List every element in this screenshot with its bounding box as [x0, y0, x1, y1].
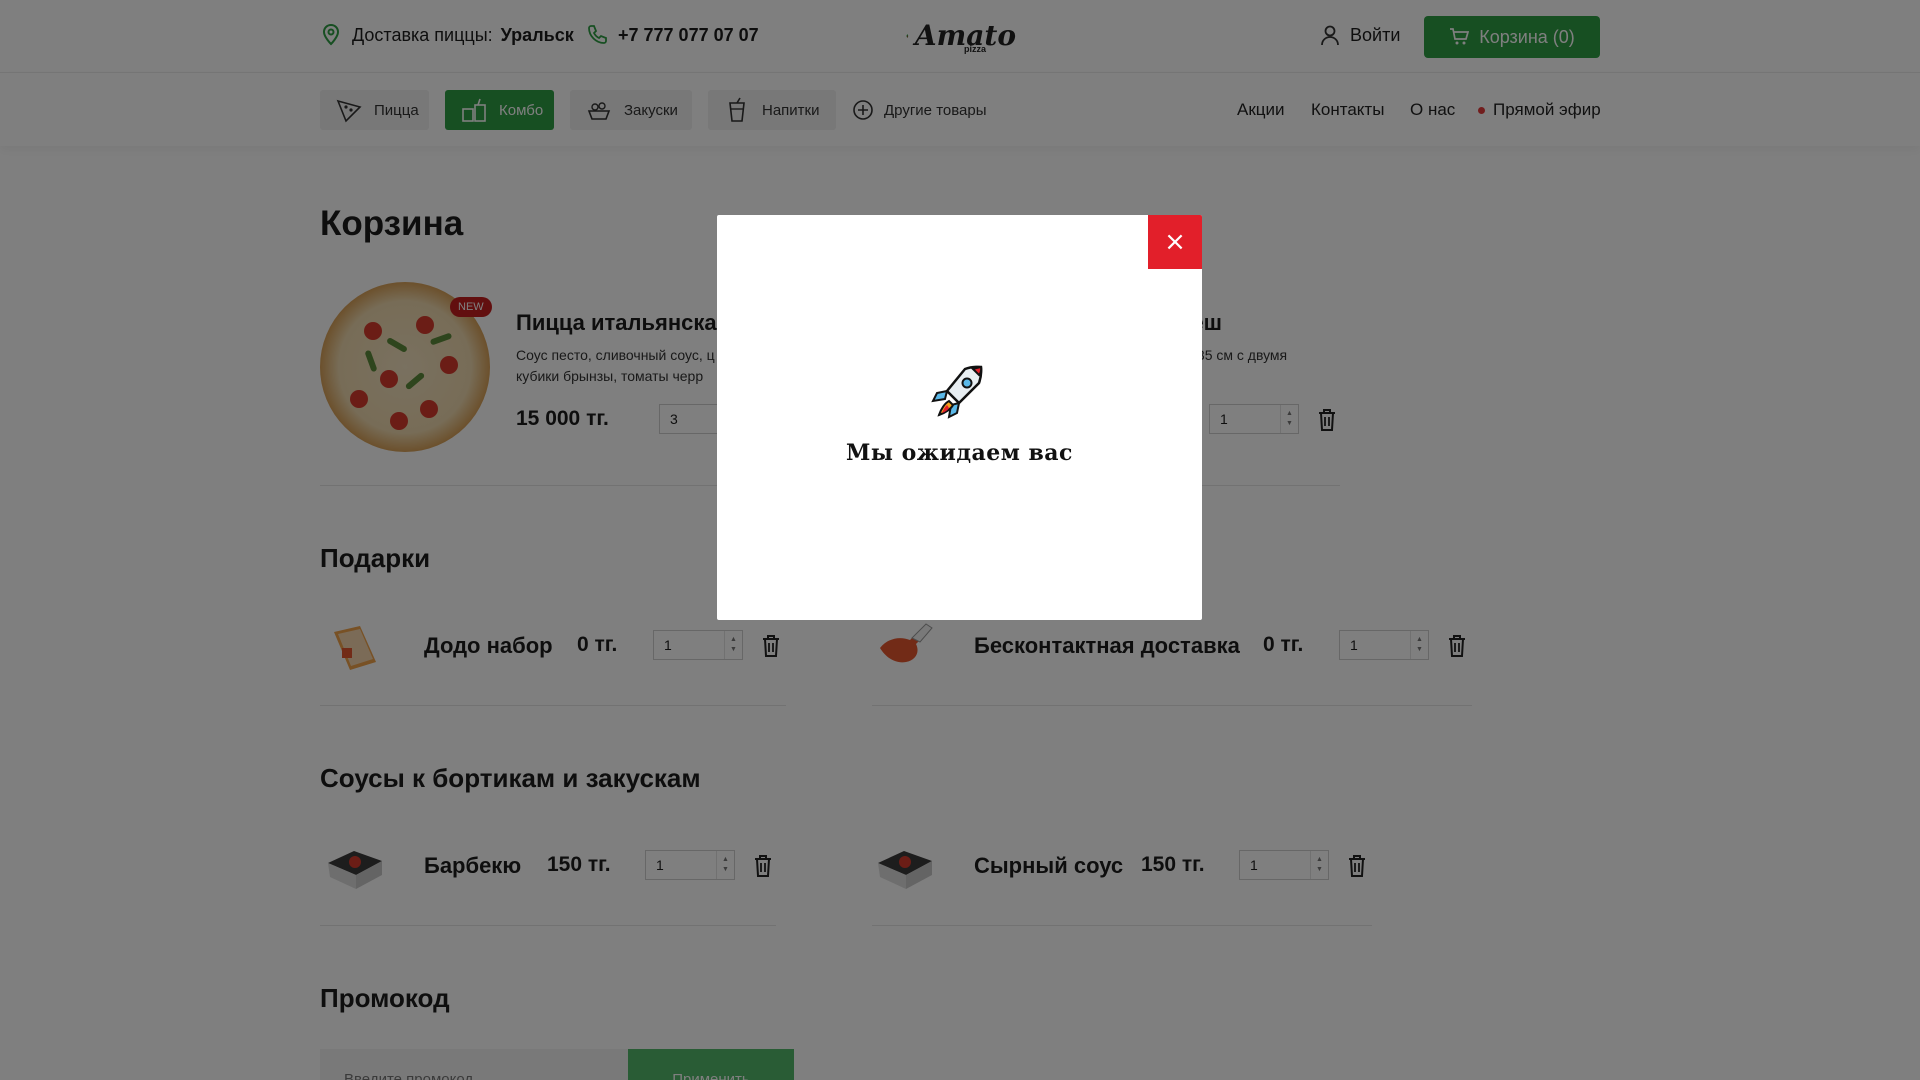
modal-message: Мы ожидаем вас [846, 440, 1073, 466]
close-button[interactable]: × [1148, 215, 1202, 269]
modal-overlay[interactable]: × Мы ожидаем вас [0, 0, 1920, 1080]
rocket-icon [929, 363, 987, 421]
modal-dialog: × Мы ожидаем вас [717, 215, 1202, 620]
